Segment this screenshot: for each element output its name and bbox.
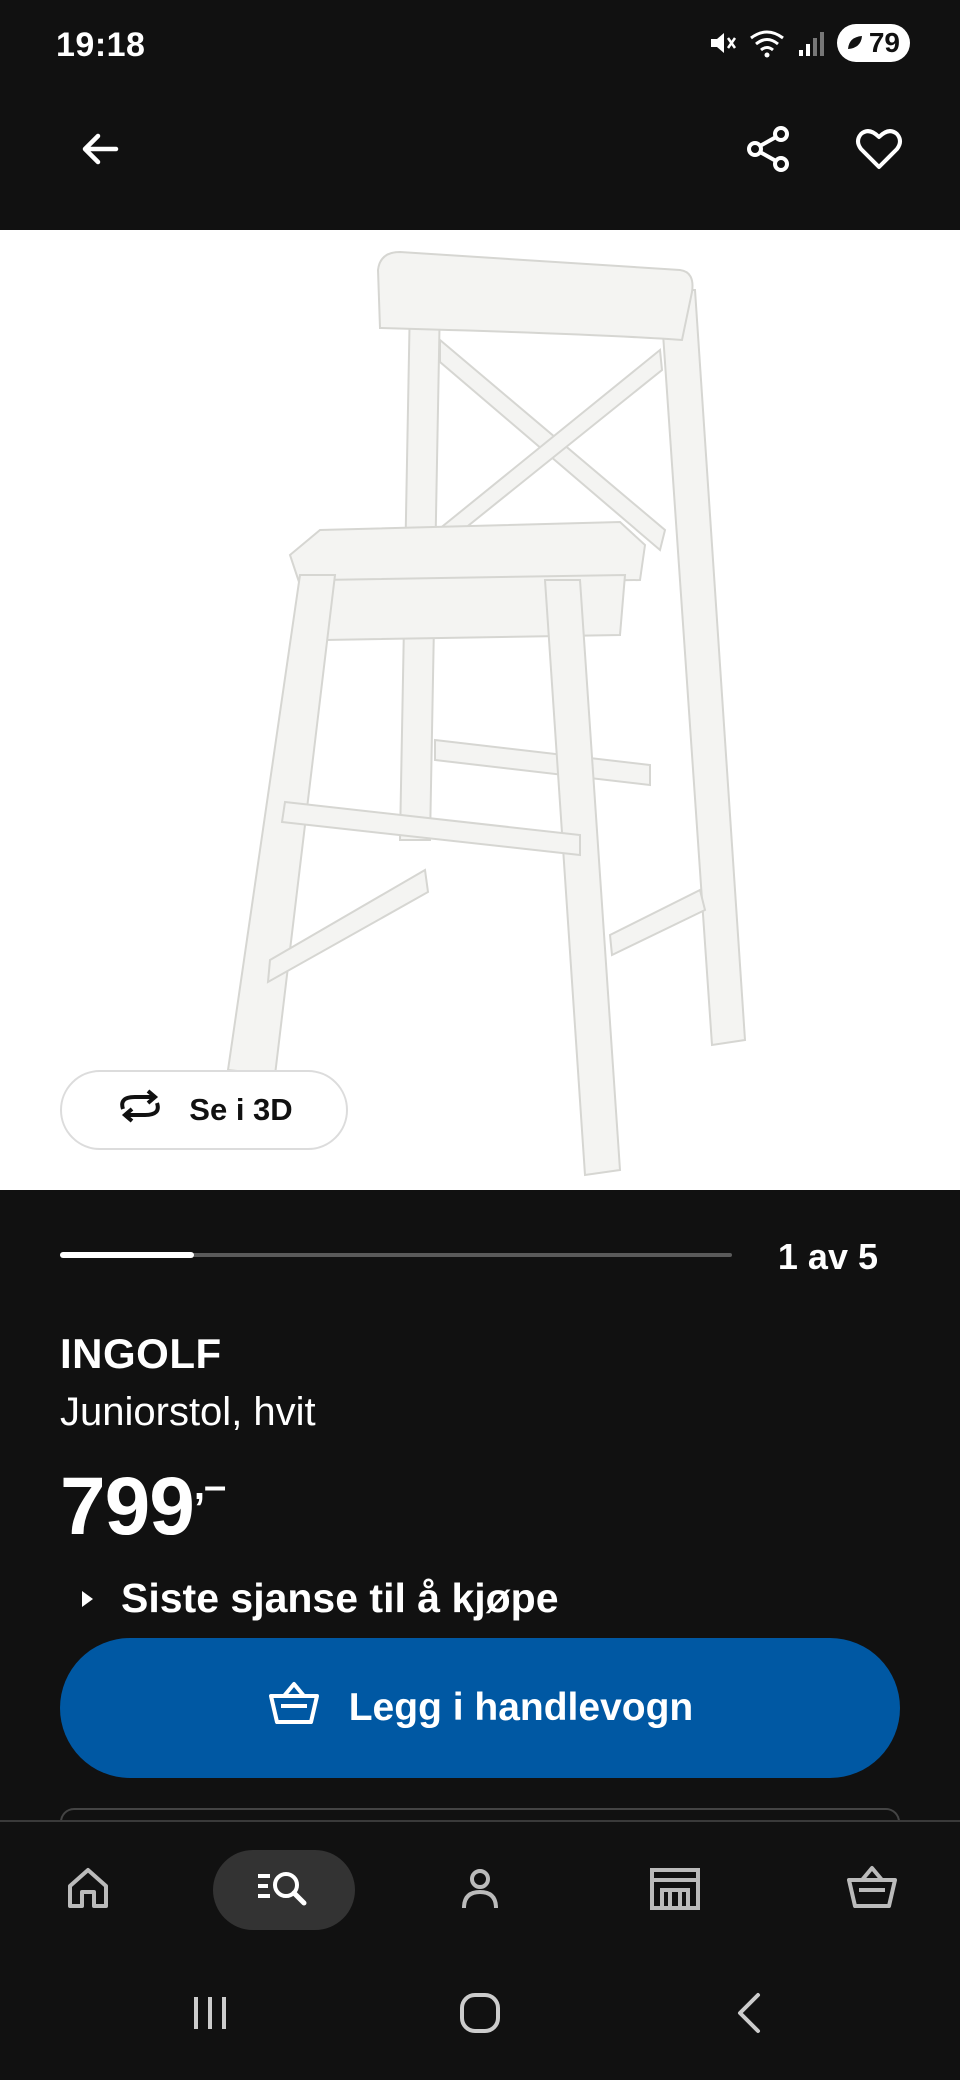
wifi-icon xyxy=(747,28,787,58)
store-icon xyxy=(648,1864,702,1917)
home-circle-icon xyxy=(456,1989,504,2042)
nav-profile[interactable] xyxy=(440,1850,520,1930)
status-icons: 79 xyxy=(707,24,910,62)
add-to-cart-label: Legg i handlevogn xyxy=(348,1686,694,1729)
home-system-button[interactable] xyxy=(448,1985,512,2045)
recent-apps-button[interactable] xyxy=(180,1985,240,2045)
profile-icon xyxy=(456,1864,504,1917)
status-time: 19:18 xyxy=(56,26,146,64)
product-description: Juniorstol, hvit xyxy=(60,1390,316,1434)
status-bar: 19:18 79 xyxy=(0,0,960,90)
view-3d-button[interactable]: Se i 3D xyxy=(60,1070,348,1150)
product-price: 799 ,– xyxy=(60,1460,226,1554)
mute-icon xyxy=(707,28,737,58)
product-image[interactable] xyxy=(0,230,960,1190)
back-button[interactable] xyxy=(55,106,145,196)
search-icon xyxy=(254,1866,314,1915)
expand-triangle-icon xyxy=(82,1590,93,1607)
share-icon xyxy=(743,123,795,180)
carousel-progress xyxy=(60,1252,732,1258)
carousel-progress-fill xyxy=(60,1252,195,1258)
home-icon xyxy=(64,1864,112,1917)
availability-note[interactable]: Siste sjanse til å kjøpe xyxy=(82,1575,559,1622)
nav-store[interactable] xyxy=(635,1850,715,1930)
product-name: INGOLF xyxy=(60,1330,222,1377)
price-suffix: ,– xyxy=(193,1464,226,1508)
back-arrow-icon xyxy=(76,125,124,178)
recent-apps-icon xyxy=(188,1991,232,2040)
chevron-left-icon xyxy=(730,1989,770,2042)
system-navigation xyxy=(0,1945,960,2080)
share-button[interactable] xyxy=(724,106,814,196)
bottom-navigation xyxy=(0,1820,960,1945)
heart-icon xyxy=(853,123,905,180)
view-3d-label: Se i 3D xyxy=(189,1092,293,1127)
availability-label: Siste sjanse til å kjøpe xyxy=(121,1575,559,1621)
signal-icon xyxy=(797,28,827,58)
system-back-button[interactable] xyxy=(720,1985,780,2045)
nav-cart[interactable] xyxy=(832,1850,912,1930)
cart-icon xyxy=(845,1864,899,1917)
battery-icon: 79 xyxy=(836,24,910,62)
nav-home[interactable] xyxy=(48,1850,128,1930)
chair-illustration xyxy=(226,250,747,1177)
battery-level: 79 xyxy=(868,27,900,58)
rotate-3d-icon xyxy=(115,1089,165,1131)
price-value: 799 xyxy=(60,1461,195,1552)
nav-search[interactable] xyxy=(213,1850,355,1930)
add-to-cart-button[interactable]: Legg i handlevogn xyxy=(60,1638,900,1778)
favorite-button[interactable] xyxy=(834,106,924,196)
carousel-counter: 1 av 5 xyxy=(777,1236,878,1277)
basket-icon xyxy=(267,1680,321,1736)
